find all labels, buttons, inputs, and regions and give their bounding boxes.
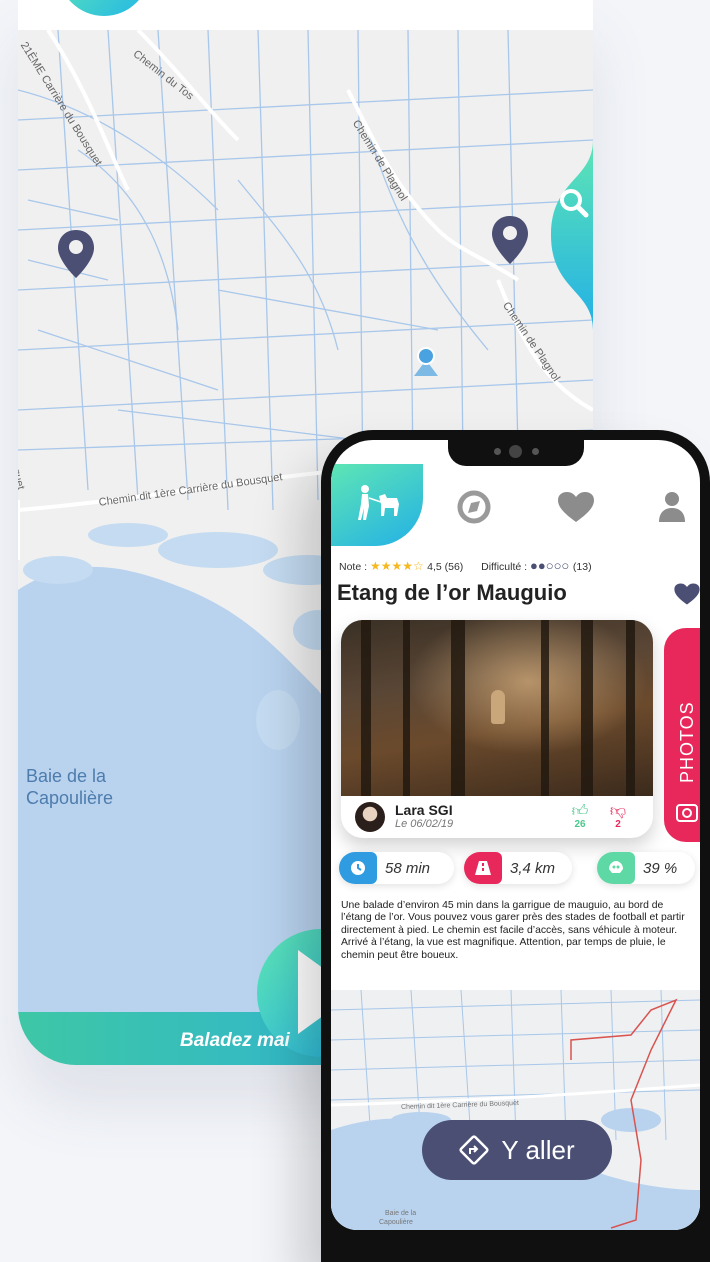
walk-description: Une balade d’environ 45 min dans la garr… [341, 900, 685, 961]
camera-dot [509, 445, 522, 458]
phone-notch [448, 440, 584, 466]
photos-tab[interactable]: PHOTOS [664, 628, 700, 842]
difficulty-dots: ●●○○○ [530, 558, 573, 573]
star-icon: ★ [391, 559, 403, 573]
percent-value: 39 % [643, 859, 678, 877]
duration-value: 58 min [385, 859, 431, 877]
footer-slogan: Baladez mai [180, 1030, 290, 1051]
author-name[interactable]: Lara SGI [395, 802, 453, 818]
sea-label: Baie de la Capoulière [26, 765, 113, 809]
author-date: Le 06/02/19 [395, 818, 454, 830]
route-map[interactable] [331, 990, 700, 1230]
go-button-label: Y aller [501, 1134, 575, 1165]
photos-tab-label: PHOTOS [677, 701, 697, 783]
thumbs-up-icon: 👍︎ [571, 803, 589, 820]
compass-icon [457, 490, 491, 524]
difficulty-count: (13) [572, 561, 592, 573]
user-icon [659, 492, 685, 522]
difficulty-filled-icon: ● [529, 558, 538, 573]
mini-map-sea-label: Capoulière [379, 1219, 413, 1226]
difficulty-empty-icon: ○ [545, 558, 554, 573]
star-icon: ★ [402, 559, 413, 573]
camera-icon [676, 804, 698, 822]
mini-map-sea-label: Baie de la [385, 1210, 417, 1217]
map-pin-icon[interactable] [490, 214, 530, 266]
star-outline-icon: ☆ [413, 559, 424, 573]
like-count: 26 [574, 819, 586, 830]
terrain-icon [597, 852, 635, 884]
sensor-dot [494, 448, 501, 455]
dislike-count: 2 [615, 819, 621, 830]
walk-detail-screen: Note : ★★★★☆ 4,5 (56) Difficulté : ●●○○○… [331, 440, 700, 1230]
avatar[interactable] [355, 802, 385, 832]
nav-item-walks[interactable] [331, 464, 423, 546]
sensor-dot [532, 448, 539, 455]
photo-card[interactable]: Lara SGI Le 06/02/19 👍︎ 26 👎︎ 2 [341, 620, 653, 838]
dislike-button[interactable]: 👎︎ 2 [605, 802, 631, 830]
road-icon [464, 852, 502, 884]
clock-icon [339, 852, 377, 884]
difficulty-label: Difficulté : [481, 561, 528, 573]
rating-text: 4,5 (56) [427, 561, 464, 573]
go-button[interactable]: Y aller [422, 1120, 612, 1180]
percent-stat: 39 % [597, 852, 695, 884]
dog-walk-icon [358, 485, 399, 520]
distance-value: 3,4 km [510, 859, 556, 877]
hiker-figure [491, 690, 505, 724]
duration-stat: 58 min [339, 852, 454, 884]
directions-icon [459, 1135, 489, 1165]
user-location-icon [414, 347, 438, 376]
rating-row: Note : ★★★★☆ 4,5 (56) Difficulté : ●●○○○… [339, 558, 699, 576]
nav-item-explore[interactable] [451, 484, 497, 530]
nav-item-profile[interactable] [649, 484, 695, 530]
nav-item-favorites[interactable] [553, 484, 599, 530]
favorite-heart-icon[interactable] [673, 582, 700, 606]
note-label: Note : [339, 561, 368, 573]
map-pin-icon[interactable] [56, 228, 96, 280]
top-nav [331, 464, 700, 546]
distance-stat: 3,4 km [464, 852, 572, 884]
walk-photo[interactable] [341, 620, 653, 796]
walk-title: Etang de l’or Mauguio [337, 580, 567, 605]
thumbs-down-icon: 👎︎ [609, 803, 627, 820]
difficulty-filled-icon: ● [537, 558, 546, 573]
sea-label-line: Baie de la [26, 766, 107, 786]
rating-stars: ★★★★☆ [370, 559, 427, 573]
sea-label-line: Capoulière [26, 788, 114, 808]
difficulty-empty-icon: ○ [561, 558, 570, 573]
heart-icon [558, 492, 594, 522]
phone-frame: Note : ★★★★☆ 4,5 (56) Difficulté : ●●○○○… [321, 430, 710, 1262]
star-icon: ★ [380, 559, 392, 573]
like-button[interactable]: 👍︎ 26 [567, 802, 593, 830]
search-button[interactable] [541, 140, 593, 330]
star-icon: ★ [369, 559, 381, 573]
